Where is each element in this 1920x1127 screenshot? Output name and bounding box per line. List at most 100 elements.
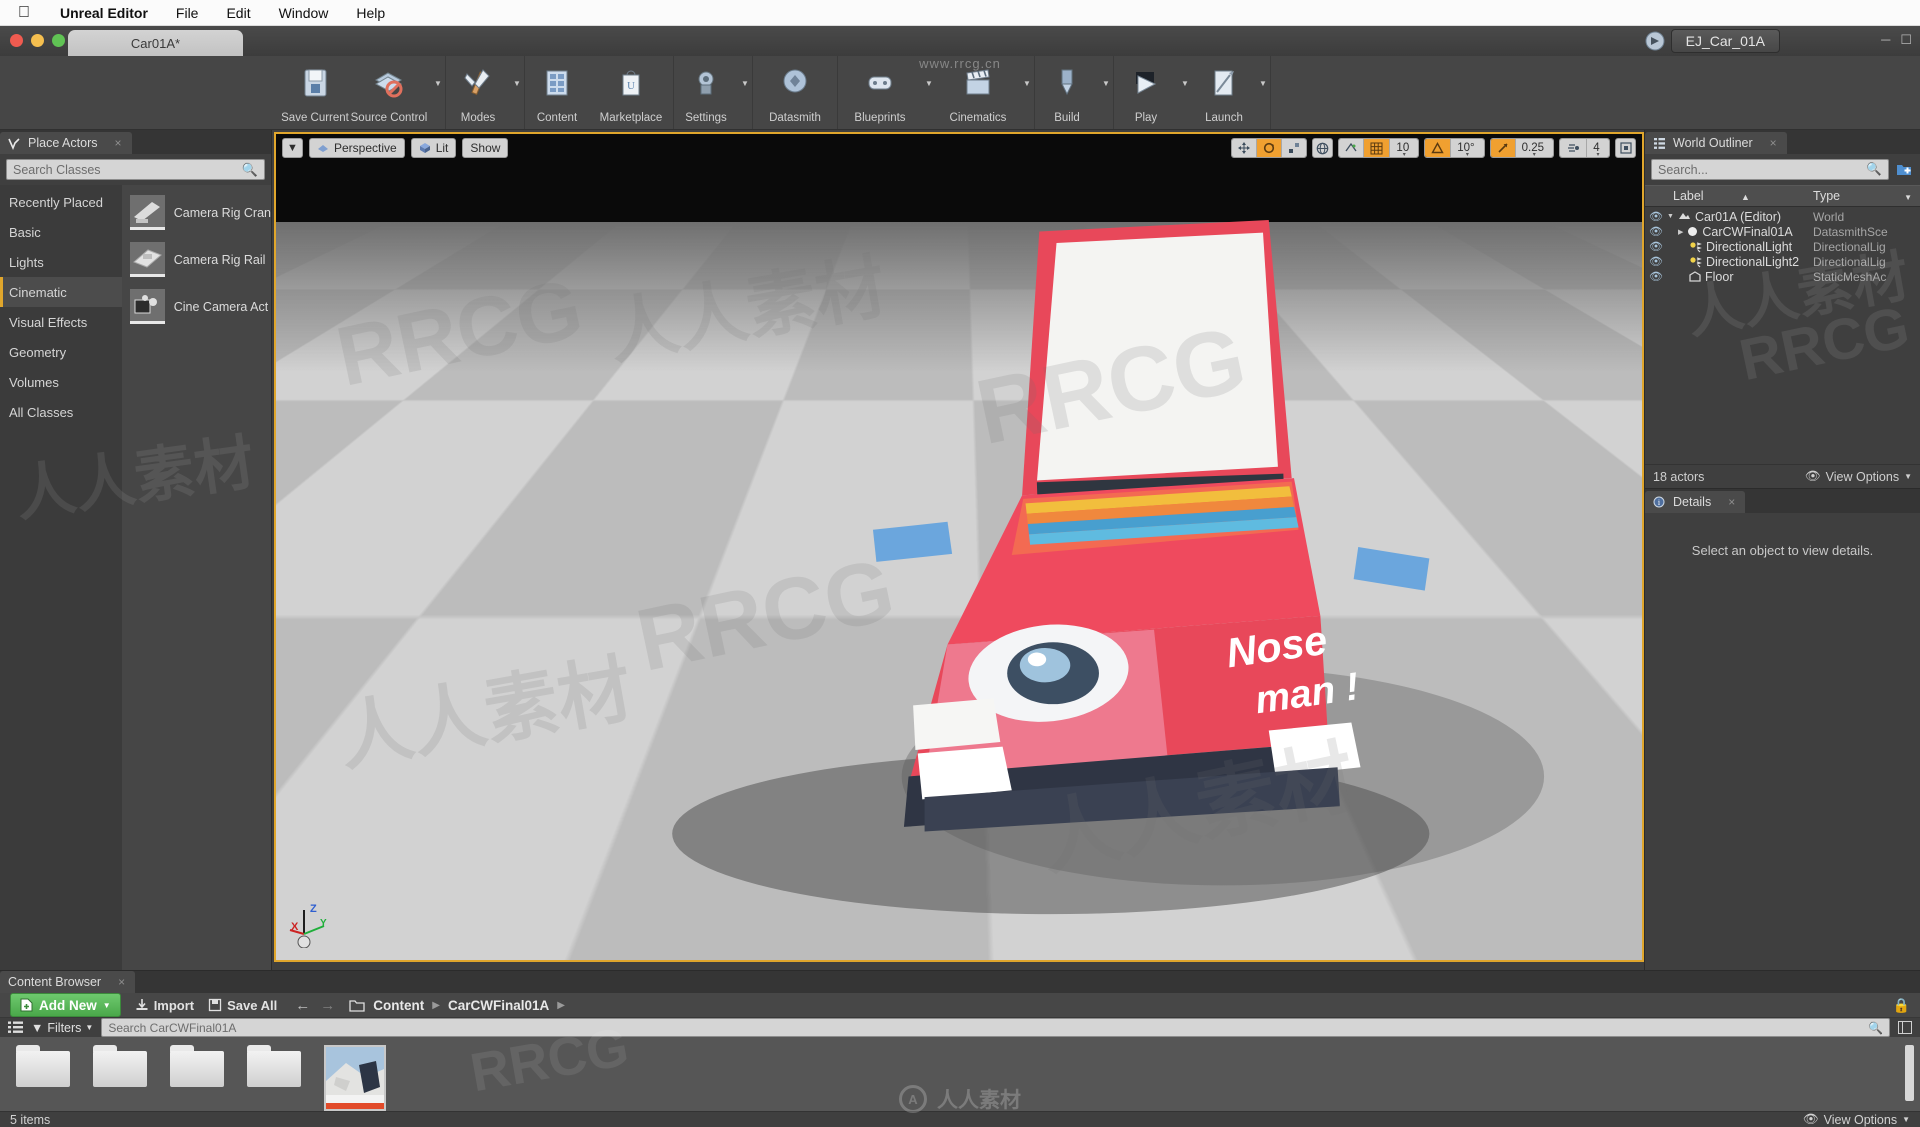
scale-snap-toggle-icon[interactable]: [1491, 139, 1516, 157]
search-classes-input[interactable]: Search Classes 🔍: [6, 159, 265, 180]
breadcrumb-item-carcwfinal01a[interactable]: CarCWFinal01A: [448, 998, 549, 1013]
list-item[interactable]: [16, 1045, 70, 1087]
viewport-show-dropdown[interactable]: Show: [462, 138, 508, 158]
list-item[interactable]: Camera Rig Rail: [122, 236, 271, 283]
source-control-caret-icon[interactable]: ▼: [431, 56, 445, 129]
content-browser-settings-icon[interactable]: [1898, 1021, 1912, 1034]
viewport-lighting-dropdown[interactable]: Lit: [411, 138, 457, 158]
grid-snap-toggle-icon[interactable]: [1364, 139, 1390, 157]
minimize-window-button[interactable]: [31, 34, 44, 47]
menu-item-window[interactable]: Window: [265, 0, 343, 26]
table-row[interactable]: 👁 DirectionalLight DirectionalLig: [1645, 239, 1920, 254]
close-icon[interactable]: ×: [114, 136, 121, 150]
category-visual-effects[interactable]: Visual Effects: [0, 307, 122, 337]
content-browser-search-input[interactable]: Search CarCWFinal01A 🔍: [101, 1018, 1890, 1037]
breadcrumb-nav-arrows[interactable]: ← →: [291, 997, 335, 1014]
window-restore-icon[interactable]: ☐: [1900, 32, 1912, 48]
expander-arrow-icon[interactable]: ▶: [1678, 228, 1683, 236]
filters-button[interactable]: ▼ Filters ▼: [31, 1021, 93, 1035]
close-icon[interactable]: ×: [1728, 495, 1735, 509]
menu-item-help[interactable]: Help: [342, 0, 399, 26]
menu-item-file[interactable]: File: [162, 0, 213, 26]
list-item[interactable]: [247, 1045, 301, 1087]
list-item[interactable]: [170, 1045, 224, 1087]
grid-snap-value[interactable]: 10: [1390, 139, 1418, 157]
back-arrow-icon[interactable]: ←: [295, 997, 310, 1014]
table-row[interactable]: 👁 ▼ Car01A (Editor) World: [1645, 209, 1920, 224]
breadcrumb-item-content[interactable]: Content: [373, 998, 424, 1013]
play-caret-icon[interactable]: ▼: [1178, 56, 1192, 129]
launch-button[interactable]: Launch: [1192, 56, 1256, 129]
build-caret-icon[interactable]: ▼: [1099, 56, 1113, 129]
level-viewport[interactable]: Nose man ! RRCG 人人素材 RRCG RRCG 人人素材 人人素材: [274, 132, 1644, 962]
scale-snap-value[interactable]: 0.25: [1516, 139, 1553, 157]
column-header-label[interactable]: Label ▲: [1645, 189, 1813, 203]
rotate-tool-icon[interactable]: [1257, 139, 1282, 157]
maximize-window-button[interactable]: [52, 34, 65, 47]
menu-item-unreal-editor[interactable]: Unreal Editor: [46, 0, 162, 26]
blueprints-button[interactable]: Blueprints: [838, 56, 922, 129]
content-browser-view-options-button[interactable]: 👁 View Options ▼: [1803, 1112, 1910, 1127]
visibility-eye-icon[interactable]: 👁: [1645, 255, 1667, 268]
category-all-classes[interactable]: All Classes: [0, 397, 122, 427]
scale-tool-icon[interactable]: [1282, 139, 1306, 157]
category-geometry[interactable]: Geometry: [0, 337, 122, 367]
document-tab[interactable]: Car01A*: [68, 30, 243, 56]
grid-snap-group[interactable]: 10: [1338, 138, 1419, 158]
camera-speed-icon[interactable]: [1560, 139, 1587, 157]
tab-place-actors[interactable]: Place Actors ×: [0, 132, 132, 154]
settings-caret-icon[interactable]: ▼: [738, 56, 752, 129]
forward-arrow-icon[interactable]: →: [320, 997, 335, 1014]
viewport-3d-scene[interactable]: Nose man ! RRCG 人人素材 RRCG RRCG 人人素材 人人素材: [276, 134, 1642, 960]
expander-arrow-icon[interactable]: ▼: [1667, 213, 1674, 220]
table-row[interactable]: 👁 Floor StaticMeshAc: [1645, 269, 1920, 284]
tab-details[interactable]: i Details ×: [1645, 491, 1745, 513]
content-button[interactable]: Content: [525, 56, 589, 129]
outliner-search-input[interactable]: Search... 🔍: [1651, 159, 1889, 180]
save-current-button[interactable]: Save Current: [283, 56, 347, 129]
lock-icon[interactable]: 🔒: [1893, 997, 1910, 1014]
close-window-button[interactable]: [10, 34, 23, 47]
angle-snap-toggle-icon[interactable]: [1425, 139, 1451, 157]
tab-content-browser[interactable]: Content Browser ×: [0, 971, 135, 993]
list-item[interactable]: [324, 1045, 386, 1111]
table-row[interactable]: 👁 ▶ CarCWFinal01A DatasmithSce: [1645, 224, 1920, 239]
angle-snap-value[interactable]: 10°: [1451, 139, 1483, 157]
sources-panel-icon[interactable]: [8, 1021, 23, 1034]
list-item[interactable]: [93, 1045, 147, 1087]
close-icon[interactable]: ×: [118, 975, 125, 989]
import-button[interactable]: Import: [135, 998, 194, 1013]
list-item[interactable]: Cine Camera Act: [122, 283, 271, 330]
apple-logo-icon[interactable]: : [0, 0, 46, 26]
angle-snap-group[interactable]: 10°: [1424, 138, 1484, 158]
source-control-button[interactable]: Source Control: [347, 56, 431, 129]
translate-tool-icon[interactable]: [1232, 139, 1257, 157]
visibility-eye-icon[interactable]: 👁: [1645, 225, 1667, 238]
outliner-view-options-button[interactable]: 👁 View Options ▼: [1805, 469, 1912, 484]
category-recently-placed[interactable]: Recently Placed: [0, 187, 122, 217]
modes-caret-icon[interactable]: ▼: [510, 56, 524, 129]
column-header-type[interactable]: Type ▼: [1813, 189, 1920, 203]
window-controls-right[interactable]: ─ ☐: [1881, 32, 1912, 48]
tab-world-outliner[interactable]: World Outliner ×: [1645, 132, 1787, 154]
content-browser-scrollbar[interactable]: [1905, 1045, 1914, 1101]
maximize-viewport-icon[interactable]: [1615, 138, 1636, 158]
surface-snap-icon[interactable]: [1339, 139, 1364, 157]
viewport-options-caret-icon[interactable]: ▼: [282, 138, 303, 158]
modes-button[interactable]: Modes: [446, 56, 510, 129]
camera-speed-group[interactable]: 4: [1559, 138, 1610, 158]
scale-snap-group[interactable]: 0.25: [1490, 138, 1554, 158]
menu-item-edit[interactable]: Edit: [212, 0, 264, 26]
transform-tool-group[interactable]: [1231, 138, 1307, 158]
window-minimize-icon[interactable]: ─: [1881, 32, 1890, 48]
add-folder-icon[interactable]: [1894, 160, 1914, 180]
breadcrumb-separator-icon[interactable]: ▶: [557, 1000, 565, 1011]
viewport-camera-dropdown[interactable]: Perspective: [309, 138, 405, 158]
visibility-eye-icon[interactable]: 👁: [1645, 240, 1667, 253]
marketplace-button[interactable]: U Marketplace: [589, 56, 673, 129]
build-button[interactable]: Build: [1035, 56, 1099, 129]
settings-button[interactable]: Settings: [674, 56, 738, 129]
cinematics-caret-icon[interactable]: ▼: [1020, 56, 1034, 129]
add-new-button[interactable]: Add New ▼: [10, 993, 121, 1017]
column-filter-icon[interactable]: ▼: [1904, 193, 1912, 202]
